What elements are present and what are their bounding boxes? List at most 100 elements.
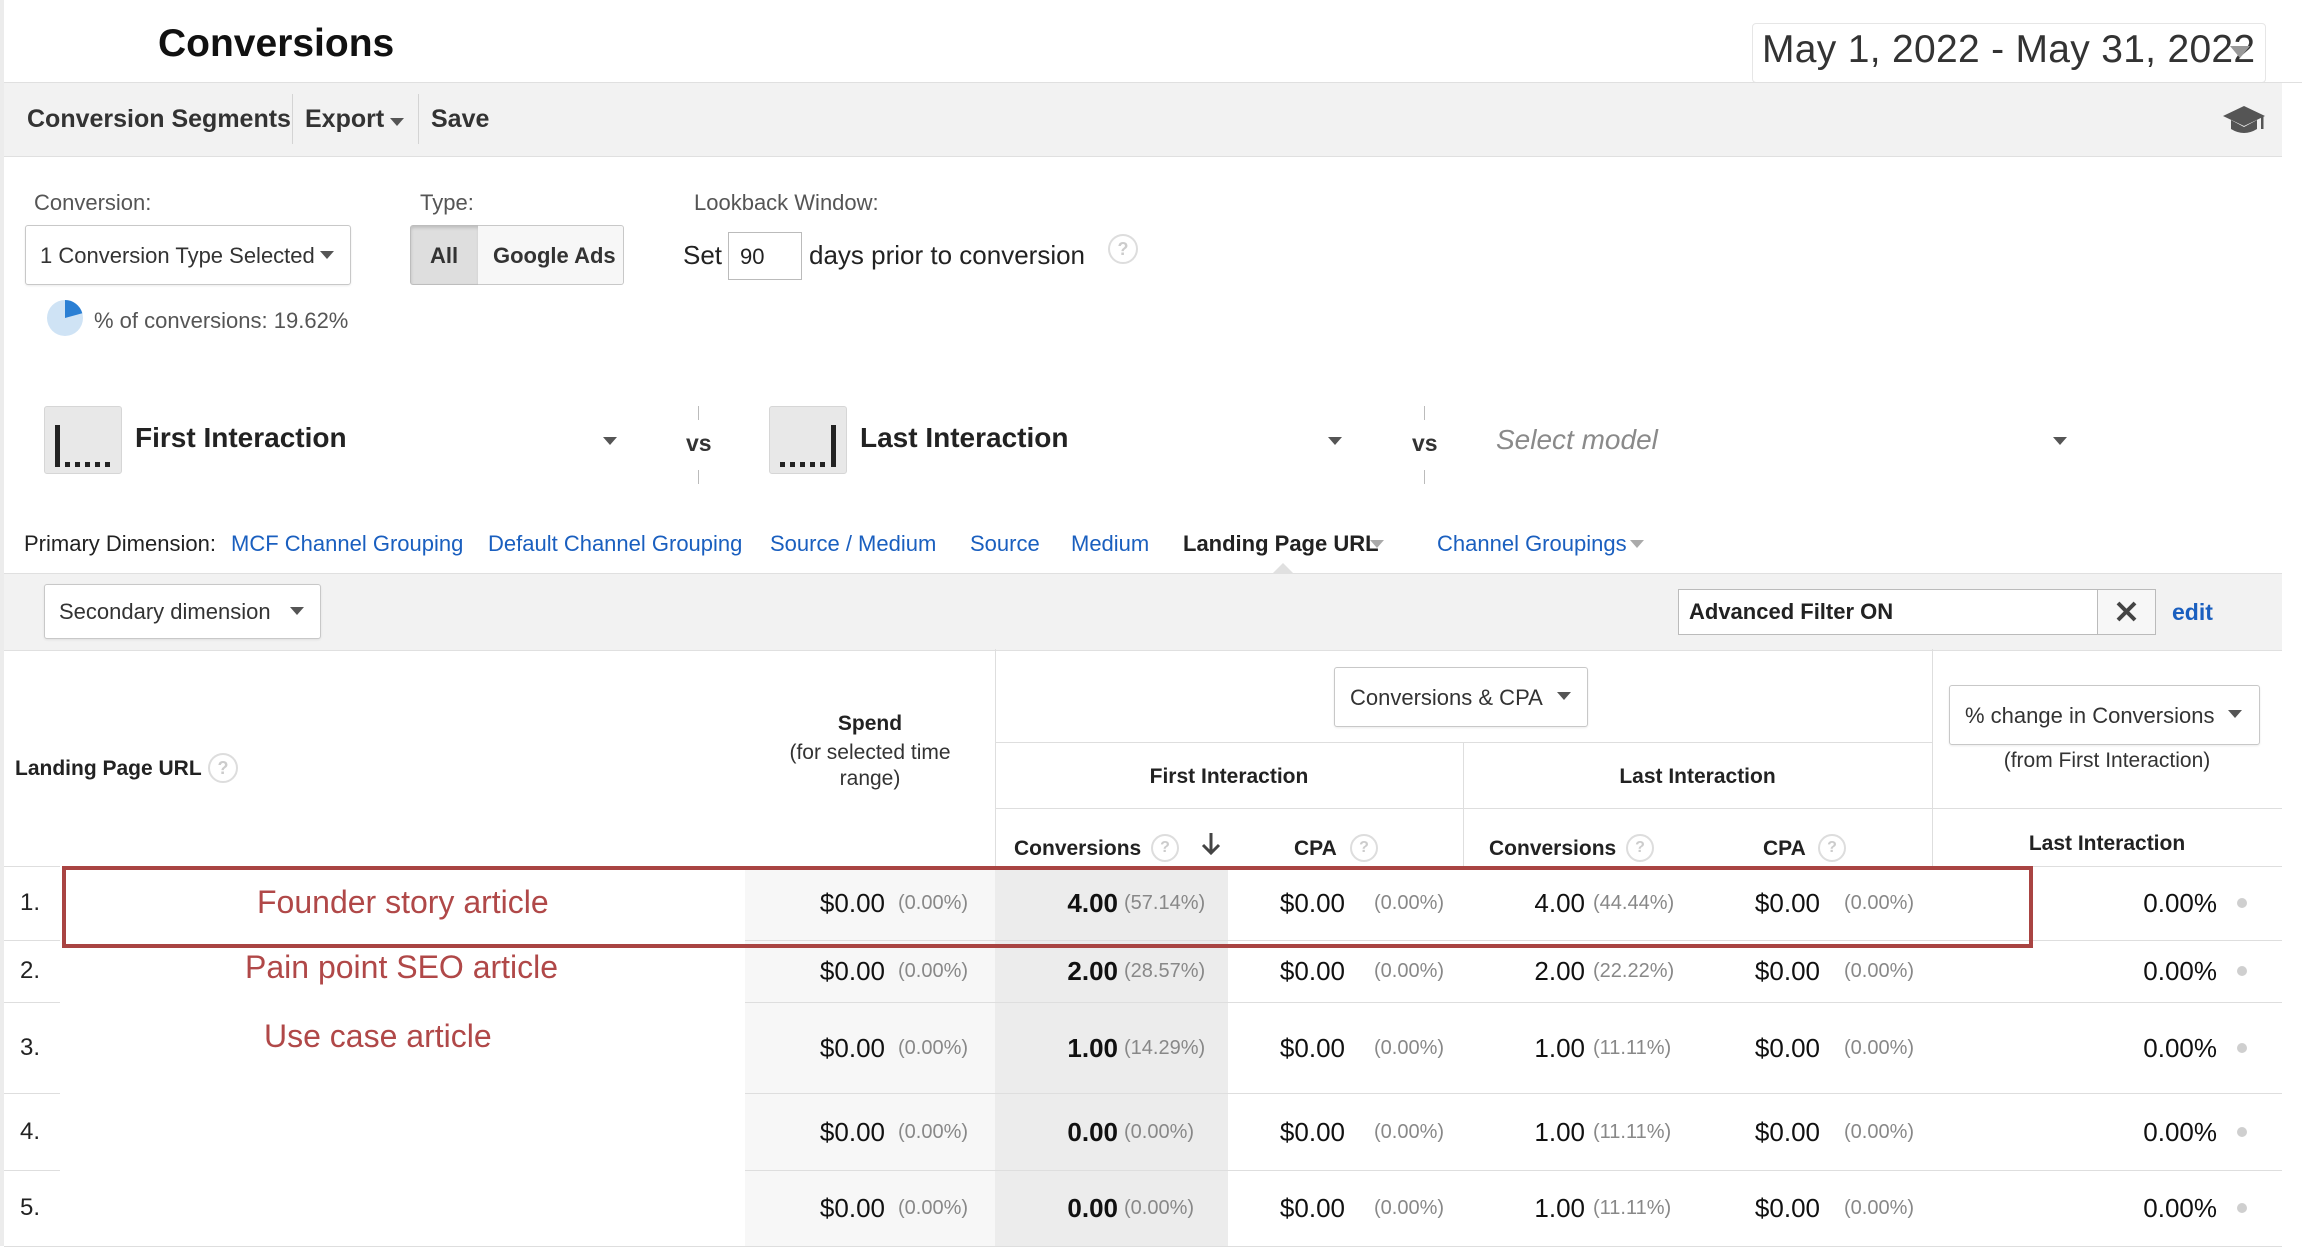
conversion-segments-button[interactable]: Conversion Segments [27, 105, 291, 134]
row-number: 4. [20, 1118, 41, 1145]
vs-label: vs [1412, 430, 1438, 456]
annotation-row-3: Use case article [264, 1018, 492, 1054]
last-interaction-model-icon [769, 406, 847, 474]
edit-filter-link[interactable]: edit [2172, 599, 2213, 626]
date-range-caret-icon[interactable] [2230, 46, 2250, 58]
chevron-down-icon[interactable] [603, 437, 617, 445]
dimension-link-source[interactable]: Source [970, 531, 1040, 557]
li-cpa-value: $0.00 [1754, 956, 1820, 986]
secondary-dimension-label[interactable]: Secondary dimension [59, 599, 271, 625]
li-cpa-value: $0.00 [1754, 1193, 1820, 1223]
li-cpa-percent: (0.00%) [1844, 1037, 1915, 1059]
fi-cpa-value: $0.00 [1279, 956, 1345, 986]
page-title: Conversions [158, 22, 395, 65]
li-conversions-value: 2.00 [1534, 956, 1585, 986]
pct-conversions-text: % of conversions: 19.62% [94, 308, 349, 333]
vs-divider [698, 470, 699, 484]
chevron-down-icon[interactable] [1328, 437, 1342, 445]
fi-cpa-header[interactable]: CPA [1294, 837, 1337, 861]
metric-group-value[interactable]: Conversions & CPA [1350, 685, 1543, 711]
li-cpa-header[interactable]: CPA [1763, 837, 1806, 861]
fi-conversions-percent: (0.00%) [1124, 1197, 1195, 1219]
chevron-down-icon[interactable] [290, 607, 304, 615]
help-icon[interactable]: ? [1350, 834, 1378, 862]
export-button[interactable]: Export [305, 105, 384, 134]
conversion-label: Conversion: [34, 190, 152, 215]
spend-percent: (0.00%) [898, 960, 969, 982]
dimension-active-landing-page-url[interactable]: Landing Page URL [1183, 531, 1379, 557]
spend-value: $0.00 [819, 956, 885, 986]
dimension-link-mcf-channel-grouping[interactable]: MCF Channel Grouping [231, 531, 463, 557]
advanced-filter-text[interactable]: Advanced Filter ON [1689, 599, 1893, 625]
select-model-dropdown[interactable]: Select model [1496, 424, 1658, 456]
header-row-divider [995, 742, 1932, 743]
sort-desc-icon[interactable] [1200, 831, 1222, 862]
header-row-divider [995, 808, 2282, 809]
fi-cpa-value: $0.00 [1279, 1117, 1345, 1147]
fi-conversions-value: 0.00 [1067, 1117, 1118, 1147]
conversion-type-value[interactable]: 1 Conversion Type Selected [40, 243, 315, 269]
change-value: 0.00% [2143, 888, 2217, 918]
graduation-cap-icon[interactable] [2222, 104, 2266, 143]
spend-percent: (0.00%) [898, 1037, 969, 1059]
spend-percent: (0.00%) [898, 1121, 969, 1143]
help-icon[interactable]: ? [1108, 234, 1138, 264]
lookback-label: Lookback Window: [694, 190, 879, 215]
fi-conversions-percent: (28.57%) [1124, 960, 1206, 982]
fi-conversions-header[interactable]: Conversions [1014, 837, 1141, 861]
column-divider [1463, 742, 1464, 866]
dimension-link-default-channel-grouping[interactable]: Default Channel Grouping [488, 531, 742, 557]
li-cpa-percent: (0.00%) [1844, 1197, 1915, 1219]
li-conversions-percent: (11.11%) [1593, 1197, 1672, 1219]
fi-conversions-value: 0.00 [1067, 1193, 1118, 1223]
first-interaction-model-icon [44, 406, 122, 474]
column-divider [995, 649, 996, 866]
chevron-down-icon[interactable] [1630, 540, 1644, 548]
clear-filter-button[interactable] [2097, 589, 2156, 635]
vs-label: vs [686, 430, 712, 456]
li-conversions-value: 1.00 [1534, 1117, 1585, 1147]
li-conversions-header[interactable]: Conversions [1489, 837, 1616, 861]
row-number: 3. [20, 1034, 41, 1061]
channel-groupings-link[interactable]: Channel Groupings [1437, 531, 1627, 557]
change-value: 0.00% [2143, 956, 2217, 986]
type-label: Type: [420, 190, 474, 215]
chevron-down-icon[interactable] [2053, 437, 2067, 445]
li-cpa-percent: (0.00%) [1844, 1121, 1915, 1143]
spend-value: $0.00 [819, 1193, 885, 1223]
chevron-down-icon[interactable] [2228, 710, 2242, 718]
li-cpa-percent: (0.00%) [1844, 960, 1915, 982]
fi-cpa-percent: (0.00%) [1374, 1121, 1445, 1143]
last-model-name[interactable]: Last Interaction [860, 422, 1068, 454]
chevron-down-icon[interactable] [1557, 692, 1571, 700]
help-icon[interactable]: ? [1818, 834, 1846, 862]
row-number: 5. [20, 1194, 41, 1221]
date-range-text[interactable]: May 1, 2022 - May 31, 2022 [1762, 28, 2255, 72]
fi-conversions-value: 1.00 [1067, 1033, 1118, 1063]
primary-dimension-label: Primary Dimension: [24, 531, 216, 556]
fi-cpa-value: $0.00 [1279, 1193, 1345, 1223]
spend-header: Spend [837, 712, 903, 735]
close-icon[interactable] [2098, 590, 2155, 634]
chevron-down-icon[interactable] [320, 251, 334, 259]
help-icon[interactable]: ? [208, 753, 238, 783]
help-icon[interactable]: ? [1626, 834, 1654, 862]
dimension-link-source-medium[interactable]: Source / Medium [770, 531, 936, 557]
help-icon[interactable]: ? [1151, 834, 1179, 862]
save-button[interactable]: Save [431, 105, 489, 134]
dimension-link-medium[interactable]: Medium [1071, 531, 1149, 557]
vs-divider [698, 406, 699, 420]
row-status-dot [2237, 966, 2247, 976]
export-caret-icon[interactable] [390, 118, 404, 126]
chevron-down-icon[interactable] [1370, 540, 1384, 548]
type-google-ads-label[interactable]: Google Ads [493, 243, 616, 269]
lookback-prefix: Set [683, 240, 723, 270]
first-model-name[interactable]: First Interaction [135, 422, 347, 454]
row-status-dot [2237, 1203, 2247, 1213]
landing-page-url-header[interactable]: Landing Page URL [15, 757, 202, 781]
type-all-label[interactable]: All [430, 243, 458, 269]
highlight-box [62, 866, 2033, 948]
toolbar-separator [418, 94, 419, 144]
change-metric-value[interactable]: % change in Conversions [1965, 703, 2214, 729]
lookback-days-value[interactable]: 90 [740, 244, 764, 270]
